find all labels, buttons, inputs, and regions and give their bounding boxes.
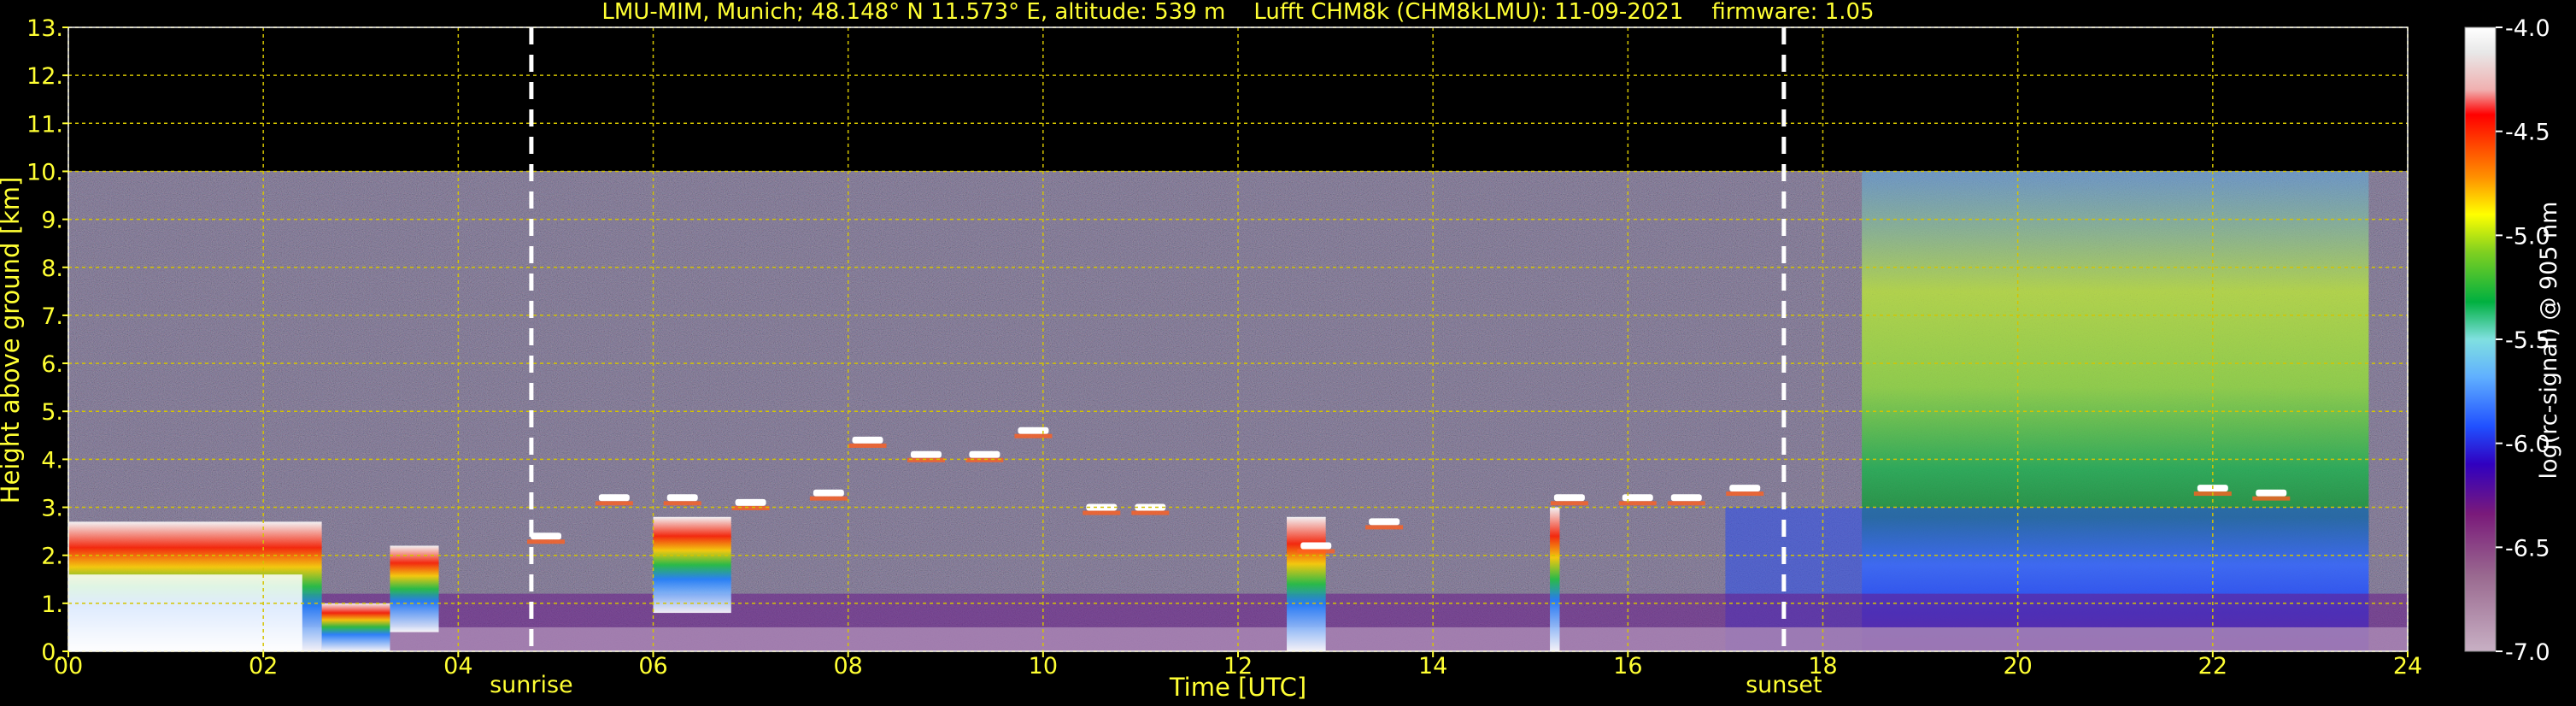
cloud-streak-edge-8 (1014, 433, 1053, 438)
cloud-streak-edge-2 (663, 501, 701, 506)
cloud-streak-edge-1 (595, 501, 633, 506)
x-tick-18: 18 (1808, 653, 1837, 680)
y-tick-12: 12. (26, 63, 63, 90)
y-tick-4: 4. (41, 447, 63, 474)
cloud-streak-edge-4 (809, 496, 848, 501)
chart-title: LMU-MIM, Munich; 48.148° N 11.573° E, al… (601, 0, 1874, 25)
cloud-streak-edge-0 (527, 539, 566, 544)
ceilometer-chart: sunrise sunset 00 02 04 06 08 10 12 14 16 18 20 22 24… (0, 0, 2562, 702)
cloud-streak-edge-7 (965, 457, 1004, 462)
y-tick-2: 2. (41, 544, 63, 570)
cloud-streak-7 (969, 450, 1000, 458)
cloud-streak-4 (813, 489, 844, 497)
x-tick-04: 04 (443, 653, 472, 680)
y-tick-0: 0. (41, 639, 63, 666)
x-tick-10: 10 (1029, 653, 1058, 680)
low-cloud-5 (1550, 507, 1560, 651)
cloud-streak-edge-13 (1550, 501, 1588, 506)
cloud-streak-edge-3 (731, 505, 770, 510)
x-tick-20: 20 (2003, 653, 2032, 680)
cloud-streak-0 (531, 532, 562, 540)
colorbar-label: log(rc-signal) @ 905 nm (2536, 202, 2562, 479)
cloud-streak-edge-14 (1618, 501, 1657, 506)
cloud-streak-edge-16 (1726, 491, 1764, 497)
x-tick-08: 08 (833, 653, 862, 680)
cloud-streak-8 (1018, 427, 1049, 434)
cb-tick-label: -7.0 (2505, 639, 2550, 666)
cloud-streak-12 (1369, 518, 1400, 526)
cb-tick-label: -6.5 (2505, 535, 2550, 562)
y-tick-6: 6. (41, 351, 63, 378)
cloud-streak-6 (910, 450, 942, 458)
cb-tick-label: -4.5 (2505, 120, 2550, 146)
cloud-streak-5 (852, 436, 883, 444)
cloud-streak-11 (1300, 542, 1332, 550)
y-tick-7: 7. (41, 303, 63, 330)
x-tick-24: 24 (2393, 653, 2422, 680)
cloud-streak-edge-15 (1667, 501, 1705, 506)
low-cloud-1 (321, 603, 390, 651)
x-axis-label: Time [UTC] (1169, 673, 1306, 702)
y-tick-3: 3. (41, 496, 63, 522)
cloud-streak-edge-12 (1365, 525, 1404, 530)
cloud-streak-15 (1670, 494, 1702, 502)
cloud-streak-edge-9 (1083, 510, 1121, 515)
cloud-streak-2 (666, 494, 698, 502)
sunrise-label: sunrise (490, 672, 573, 698)
cloud-streak-16 (1729, 485, 1761, 492)
low-cloud-3 (653, 516, 731, 614)
y-tick-10: 10. (26, 159, 63, 185)
low-cloud-4 (1287, 516, 1326, 651)
cloud-streak-edge-10 (1131, 510, 1170, 515)
y-tick-8: 8. (41, 256, 63, 282)
cloud-streak-1 (598, 494, 630, 502)
cloud-streak-13 (1553, 494, 1585, 502)
x-tick-22: 22 (2198, 653, 2227, 680)
cloud-streak-edge-11 (1297, 549, 1335, 554)
cb-tick-label: -4.0 (2505, 15, 2550, 42)
x-tick-14: 14 (1418, 653, 1447, 680)
y-tick-13: 13. (26, 15, 63, 42)
cloud-streak-3 (735, 498, 766, 506)
low-cloud-2 (390, 545, 439, 632)
colorbar (2464, 26, 2497, 652)
y-tick-5: 5. (41, 399, 63, 426)
cloud-streak-edge-18 (2252, 496, 2291, 501)
cloud-streak-edge-6 (907, 457, 945, 462)
x-tick-06: 06 (638, 653, 667, 680)
cloud-streak-edge-5 (848, 443, 887, 448)
x-tick-02: 02 (249, 653, 278, 680)
cloud-streak-18 (2256, 489, 2287, 497)
y-axis-label: Height above ground [km] (0, 177, 25, 504)
x-tick-16: 16 (1613, 653, 1642, 680)
y-tick-1: 1. (41, 591, 63, 618)
y-tick-9: 9. (41, 208, 63, 234)
cloud-streak-14 (1622, 494, 1653, 502)
cloud-core (68, 574, 302, 651)
y-tick-11: 11. (26, 111, 63, 138)
